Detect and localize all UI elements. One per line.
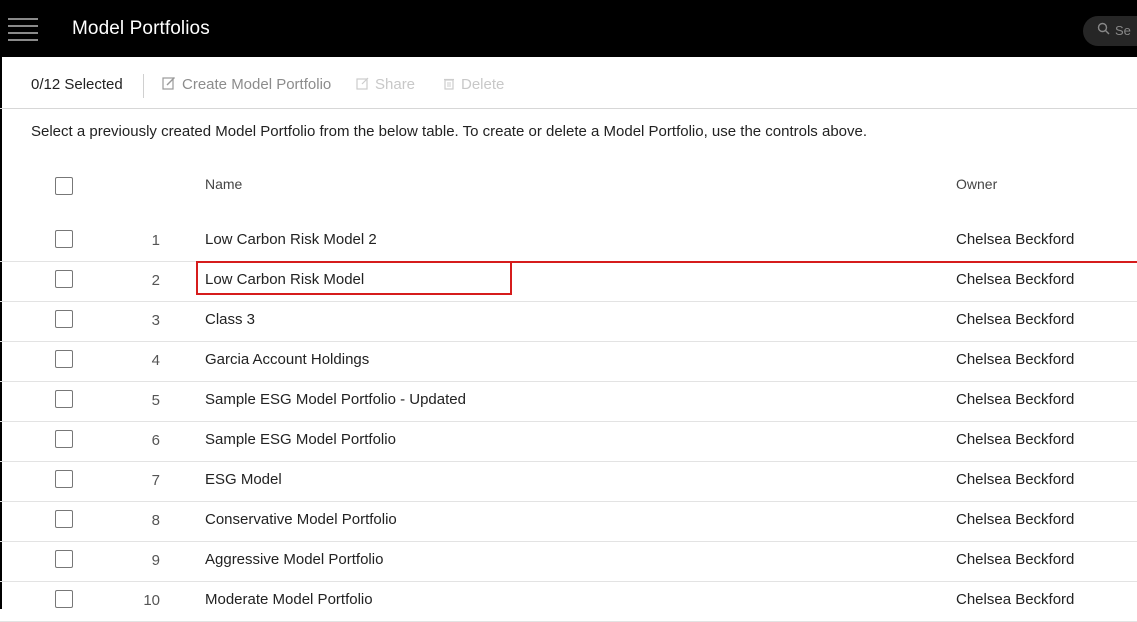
portfolio-name[interactable]: Moderate Model Portfolio xyxy=(205,591,373,608)
app-header: Model Portfolios Se xyxy=(0,0,1137,57)
search-input[interactable]: Se xyxy=(1083,16,1137,46)
trash-icon xyxy=(443,77,455,93)
share-icon xyxy=(356,77,369,93)
column-header-owner[interactable]: Owner xyxy=(956,176,997,192)
portfolio-name[interactable]: Class 3 xyxy=(205,311,255,328)
row-checkbox[interactable] xyxy=(55,270,73,288)
portfolio-owner: Chelsea Beckford xyxy=(956,271,1075,288)
search-placeholder: Se xyxy=(1115,23,1131,38)
table-row[interactable]: 7 ESG Model Chelsea Beckford xyxy=(0,462,1137,502)
portfolio-name[interactable]: Garcia Account Holdings xyxy=(205,351,369,368)
create-model-portfolio-button[interactable]: Create Model Portfolio xyxy=(162,76,331,93)
row-number: 7 xyxy=(151,472,160,489)
share-label: Share xyxy=(375,76,416,93)
row-number: 8 xyxy=(151,512,160,529)
table-row[interactable]: 6 Sample ESG Model Portfolio Chelsea Beckf… xyxy=(0,422,1137,462)
table-row[interactable]: 4 Garcia Account Holdings Chelsea Beckford xyxy=(0,342,1137,382)
row-checkbox[interactable] xyxy=(55,310,73,328)
portfolio-owner: Chelsea Beckford xyxy=(956,551,1075,568)
row-number: 4 xyxy=(151,352,160,369)
selected-count: 0/12 Selected xyxy=(31,76,123,93)
row-number: 6 xyxy=(151,432,160,449)
row-checkbox[interactable] xyxy=(55,550,73,568)
toolbar: 0/12 Selected Create Model Portfolio Sha… xyxy=(0,62,1137,109)
row-checkbox[interactable] xyxy=(55,470,73,488)
table-row[interactable]: 5 Sample ESG Model Portfolio - Updated Che… xyxy=(0,382,1137,422)
table-row[interactable]: 9 Aggressive Model Portfolio Chelsea Beckf… xyxy=(0,542,1137,582)
portfolio-name[interactable]: Sample ESG Model Portfolio xyxy=(205,431,396,448)
hamburger-menu-icon[interactable] xyxy=(8,18,38,42)
portfolio-name[interactable]: Sample ESG Model Portfolio - Updated xyxy=(205,391,466,408)
table-row[interactable]: 8 Conservative Model Portfolio Chelsea Bec… xyxy=(0,502,1137,542)
share-button[interactable]: Share xyxy=(356,76,415,93)
portfolio-owner: Chelsea Beckford xyxy=(956,311,1075,328)
page-title: Model Portfolios xyxy=(72,18,210,39)
table-row[interactable]: 1 Low Carbon Risk Model 2 Chelsea Beckford xyxy=(0,222,1137,262)
row-checkbox[interactable] xyxy=(55,390,73,408)
row-number: 3 xyxy=(151,312,160,329)
selection-highlight-line xyxy=(512,261,1137,263)
portfolio-name[interactable]: Low Carbon Risk Model 2 xyxy=(205,231,377,248)
toolbar-divider xyxy=(143,74,144,98)
row-checkbox[interactable] xyxy=(55,510,73,528)
row-number: 2 xyxy=(151,272,160,289)
portfolio-owner: Chelsea Beckford xyxy=(956,471,1075,488)
selection-highlight xyxy=(196,261,512,295)
portfolio-owner: Chelsea Beckford xyxy=(956,511,1075,528)
instructions-text: Select a previously created Model Portfo… xyxy=(31,123,868,140)
portfolio-owner: Chelsea Beckford xyxy=(956,391,1075,408)
create-label: Create Model Portfolio xyxy=(182,76,332,93)
row-number: 9 xyxy=(151,552,160,569)
row-number: 1 xyxy=(151,232,160,249)
portfolio-owner: Chelsea Beckford xyxy=(956,231,1075,248)
row-number: 5 xyxy=(151,392,160,409)
table-row[interactable]: 3 Class 3 Chelsea Beckford xyxy=(0,302,1137,342)
select-all-checkbox[interactable] xyxy=(55,177,73,195)
delete-label: Delete xyxy=(461,76,505,93)
portfolio-name[interactable]: Aggressive Model Portfolio xyxy=(205,551,383,568)
portfolio-owner: Chelsea Beckford xyxy=(956,431,1075,448)
column-header-name[interactable]: Name xyxy=(205,176,242,192)
edit-icon xyxy=(162,76,176,93)
row-checkbox[interactable] xyxy=(55,350,73,368)
search-icon xyxy=(1097,22,1110,38)
table-row[interactable]: 10 Moderate Model Portfolio Chelsea Beckfo… xyxy=(0,582,1137,622)
portfolio-name[interactable]: Conservative Model Portfolio xyxy=(205,511,397,528)
row-checkbox[interactable] xyxy=(55,230,73,248)
portfolio-name[interactable]: ESG Model xyxy=(205,471,282,488)
row-checkbox[interactable] xyxy=(55,590,73,608)
table-row[interactable]: 2 Low Carbon Risk Model Chelsea Beckford xyxy=(0,262,1137,302)
row-checkbox[interactable] xyxy=(55,430,73,448)
portfolio-owner: Chelsea Beckford xyxy=(956,591,1075,608)
portfolio-owner: Chelsea Beckford xyxy=(956,351,1075,368)
delete-button[interactable]: Delete xyxy=(443,76,504,93)
row-number: 10 xyxy=(143,592,160,609)
